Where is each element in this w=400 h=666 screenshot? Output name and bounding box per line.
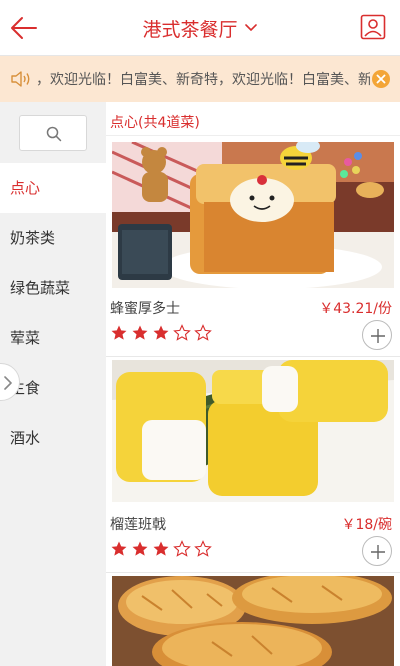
dish-divider [106,572,400,573]
star-empty-icon [173,324,191,341]
chevron-right-icon [4,376,12,390]
honey-toast-photo [112,142,394,288]
dish-photo-pineapple-bun[interactable] [112,576,394,666]
section-title: 点心(共4道菜) [110,115,200,131]
close-icon [376,74,386,84]
category-item-drinks[interactable]: 酒水 [0,413,106,463]
dish-list: 点心(共4道菜) 蜂蜜厚多士 ￥43.21/份 榴莲班戟 ￥18/碗 [106,102,400,666]
dish-name[interactable]: 蜂蜜厚多士 [110,298,180,318]
search-icon [46,126,62,142]
close-announcement-button[interactable] [372,70,390,88]
dish-name[interactable]: 榴莲班戟 [110,514,166,534]
category-item-green-vegetables[interactable]: 绿色蔬菜 [0,263,106,313]
dish-photo-durian-crepe[interactable] [112,360,394,502]
star-filled-icon [132,325,148,340]
star-filled-icon [153,325,169,340]
star-empty-icon [173,540,191,557]
star-filled-icon [111,325,127,340]
star-empty-icon [194,324,212,341]
durian-crepe-photo [112,360,394,502]
image-card-icon [360,14,386,40]
plus-icon [371,329,385,343]
store-profile-button[interactable] [360,14,386,40]
announcement-bar: ，欢迎光临！白富美、新奇特，欢迎光临！白富美、新奇特 [0,56,400,102]
top-bar: 港式茶餐厅 [0,0,400,56]
star-filled-icon [132,541,148,556]
dish-divider [106,356,400,357]
search-button[interactable] [19,115,87,151]
back-button[interactable] [8,12,40,44]
add-to-cart-button[interactable] [362,536,392,566]
arrow-left-icon [11,17,37,39]
category-item-dim-sum[interactable]: 点心 [0,163,106,213]
plus-icon [371,545,385,559]
speaker-icon [11,71,30,87]
chevron-down-icon[interactable] [244,21,258,35]
app-screen: 港式茶餐厅 ，欢迎光临！白富美、新奇特，欢迎光临！白富美、新奇特 点心 奶茶类 … [0,0,400,666]
section-divider [106,135,400,136]
star-empty-icon [194,540,212,557]
dish-rating [110,540,215,558]
dish-price: ￥43.21/份 [319,301,392,317]
star-filled-icon [111,541,127,556]
add-to-cart-button[interactable] [362,320,392,350]
dish-photo-honey-toast[interactable] [112,142,394,288]
dish-rating [110,324,215,342]
page-title[interactable]: 港式茶餐厅 [142,15,237,42]
category-item-meat-dishes[interactable]: 荤菜 [0,313,106,363]
category-item-milk-tea[interactable]: 奶茶类 [0,213,106,263]
dish-price: ￥18/碗 [341,517,392,533]
pineapple-bun-photo [112,576,394,666]
star-filled-icon [153,541,169,556]
announcement-text: ，欢迎光临！白富美、新奇特，欢迎光临！白富美、新奇特 [36,72,370,88]
